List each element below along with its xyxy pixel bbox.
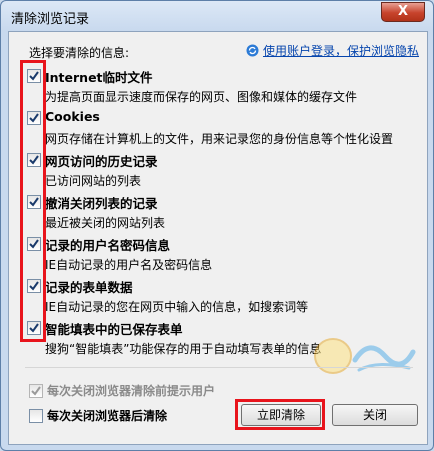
- clear-on-close-label: 每次关闭浏览器后清除: [47, 409, 168, 423]
- item-description: 最近被关闭的网站列表: [45, 216, 166, 230]
- checkbox-prompt-user[interactable]: [29, 384, 43, 398]
- item-title: 智能填表中的已保存表单: [45, 322, 183, 337]
- item-description: 网页存储在计算机上的文件，用来记录您的身份信息等个性化设置: [45, 132, 394, 146]
- title-bar[interactable]: 清除浏览记录 X: [1, 1, 433, 31]
- item-title: 记录的用户名密码信息: [45, 238, 171, 253]
- watermark-logo: [311, 330, 416, 378]
- sync-icon: [246, 44, 259, 57]
- highlight-clear-now: [235, 399, 325, 430]
- dialog-body: 选择要清除的信息: 使用账户登录，保护浏览隐私 Internet临时文件 为提高…: [8, 31, 428, 445]
- item-title: Internet临时文件: [45, 70, 153, 85]
- privacy-link-text: 使用账户登录，保护浏览隐私: [262, 44, 419, 58]
- item-description: IE自动记录的您在网页中输入的信息，如搜索词等: [45, 300, 309, 314]
- item-description: IE自动记录的用户名及密码信息: [45, 258, 213, 272]
- item-title: 网页访问的历史记录: [45, 154, 158, 169]
- item-description: 搜狗“智能填表”功能保存的用于自动填写表单的信息: [45, 342, 322, 356]
- item-title: 记录的表单数据: [45, 280, 133, 295]
- dialog-title: 清除浏览记录: [11, 12, 90, 27]
- prompt-user-label: 每次关闭浏览器清除前提示用户: [47, 384, 216, 398]
- separator: [25, 367, 413, 368]
- prompt-label: 选择要清除的信息:: [29, 46, 130, 60]
- privacy-login-link[interactable]: 使用账户登录，保护浏览隐私: [246, 42, 419, 59]
- close-button[interactable]: 关闭: [332, 404, 418, 426]
- item-description: 为提高页面显示速度而保存的网页、图像和媒体的缓存文件: [45, 90, 358, 104]
- item-title: Cookies: [45, 109, 100, 124]
- highlight-checkbox-column: [20, 60, 46, 342]
- close-window-button[interactable]: X: [381, 2, 425, 22]
- clear-history-dialog: 清除浏览记录 X 选择要清除的信息: 使用账户登录，保护浏览隐私 Interne…: [0, 0, 434, 451]
- item-description: 已访问网站的列表: [45, 174, 142, 188]
- item-title: 撤消关闭列表的记录: [45, 196, 158, 211]
- checkbox-clear-on-close[interactable]: [29, 409, 43, 423]
